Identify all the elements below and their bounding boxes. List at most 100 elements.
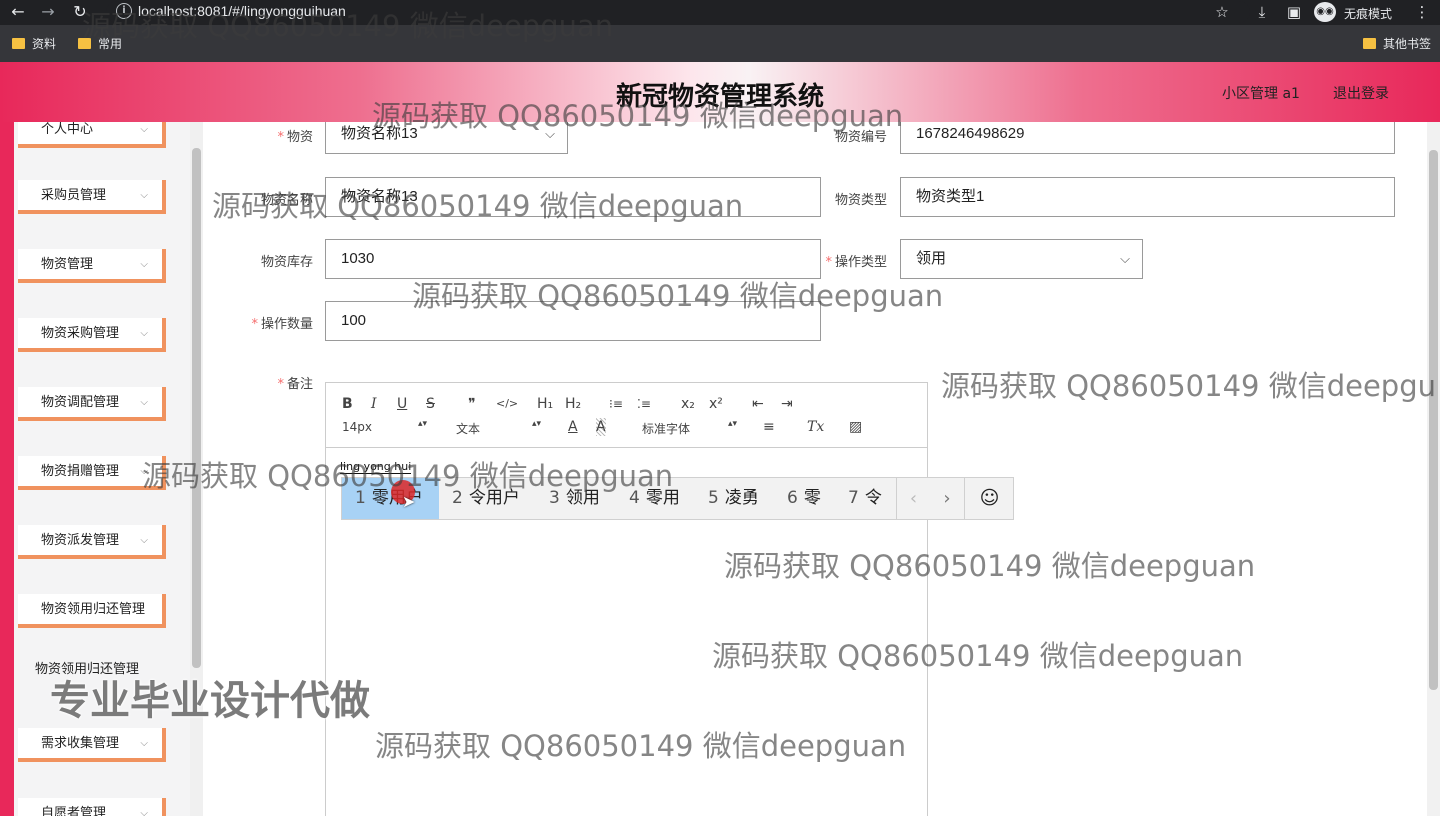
- wuzikucun-field[interactable]: 1030: [325, 239, 821, 279]
- chevron-down-icon: ⌵: [140, 397, 148, 408]
- reload-icon[interactable]: ↻: [70, 2, 90, 22]
- bookmark-folder[interactable]: 常用: [78, 36, 122, 52]
- text-type-select[interactable]: 文本 ▴▾: [456, 420, 542, 437]
- sidebar-item-supplies[interactable]: 物资管理 ⌵: [18, 249, 166, 283]
- main-scrollbar[interactable]: [1427, 122, 1440, 816]
- ime-candidate[interactable]: 3 领用: [549, 478, 600, 519]
- sidebar-scrollbar-thumb[interactable]: [192, 148, 201, 668]
- ime-candidate[interactable]: 6零: [787, 478, 821, 519]
- highlight-icon[interactable]: A: [596, 418, 606, 436]
- font-size-select[interactable]: 14px ▴▾: [342, 419, 428, 435]
- download-icon[interactable]: ⤓: [1252, 3, 1272, 21]
- folder-icon: [78, 38, 91, 49]
- sidebar-scrollbar[interactable]: [190, 122, 203, 816]
- chevron-down-icon: ⌵: [545, 126, 555, 141]
- caozuoshuliang-label: * 操作数量: [251, 317, 313, 332]
- back-icon[interactable]: ←: [8, 2, 28, 22]
- bookmark-folder[interactable]: 资料: [12, 36, 56, 52]
- ime-candidate[interactable]: 2 令用户: [452, 478, 520, 519]
- wuzimingcheng-field[interactable]: 物资名称13: [325, 177, 821, 217]
- chevron-down-icon: ⌵: [140, 466, 148, 477]
- caozuoleixing-select[interactable]: 领用 ⌵: [900, 239, 1143, 279]
- main-scrollbar-thumb[interactable]: [1429, 150, 1438, 690]
- emoji-icon[interactable]: ☺: [964, 478, 1014, 519]
- other-bookmarks[interactable]: 其他书签: [1363, 36, 1431, 52]
- wuzikucun-label: 物资库存: [260, 255, 313, 270]
- bold-icon[interactable]: B: [342, 395, 353, 413]
- underline-icon[interactable]: U: [397, 395, 407, 413]
- ime-candidate[interactable]: 1零用户: [342, 478, 439, 519]
- chevron-down-icon: ⌵: [140, 738, 148, 749]
- logout-link[interactable]: 退出登录: [1333, 83, 1389, 103]
- sidebar-item-distribution[interactable]: 物资派发管理 ⌵: [18, 525, 166, 559]
- h2-icon[interactable]: H₂: [565, 395, 581, 413]
- indent-icon[interactable]: ⇥: [781, 395, 793, 413]
- h1-icon[interactable]: H₁: [537, 395, 553, 413]
- app-header: 新冠物资管理系统 小区管理 a1 退出登录: [0, 62, 1440, 122]
- incognito-label: 无痕模式: [1344, 7, 1393, 21]
- url-text[interactable]: localhost:8081/#/lingyongguihuan: [138, 3, 346, 19]
- mouse-cursor-icon: ➤: [402, 492, 416, 511]
- sidebar-item-personal-center[interactable]: 个人中心 ⌵: [18, 122, 166, 148]
- ime-prev-icon[interactable]: ‹: [896, 478, 930, 519]
- incognito-icon[interactable]: ◉◉: [1314, 2, 1336, 22]
- strike-icon[interactable]: S: [426, 395, 435, 413]
- chevron-down-icon: ⌵: [140, 259, 148, 270]
- sidepanel-icon[interactable]: ▣: [1284, 3, 1304, 21]
- chevron-down-icon: ⌵: [140, 808, 148, 816]
- sidebar-item-donation[interactable]: 物资捐赠管理 ⌵: [18, 456, 166, 490]
- sidebar-item-purchase[interactable]: 物资采购管理 ⌵: [18, 318, 166, 352]
- wuzibianhao-field[interactable]: 1678246498629: [900, 122, 1395, 154]
- browser-menu-icon[interactable]: ⋮: [1412, 3, 1432, 21]
- ime-next-icon[interactable]: ›: [930, 478, 964, 519]
- wuzimingcheng-label: 物资名称: [260, 193, 313, 208]
- code-icon[interactable]: </>: [496, 395, 518, 413]
- image-icon[interactable]: ▨: [849, 418, 862, 436]
- wuzi-label: * 物资: [277, 130, 313, 145]
- ime-candidate[interactable]: 5 凌勇: [708, 478, 759, 519]
- sidebar-accent-strip: [0, 122, 14, 816]
- sidebar-item-borrow-return[interactable]: 物资领用归还管理: [18, 594, 166, 628]
- beizhu-label: * 备注: [277, 377, 313, 392]
- caozuoleixing-label: * 操作类型: [825, 255, 887, 270]
- folder-icon: [12, 38, 25, 49]
- bullet-list-icon[interactable]: ⁚≡: [637, 395, 651, 413]
- sidebar-item-buyer[interactable]: 采购员管理 ⌵: [18, 180, 166, 214]
- subscript-icon[interactable]: x₂: [681, 395, 695, 413]
- sidebar-item-volunteer[interactable]: 自愿者管理 ⌵: [18, 798, 166, 816]
- forward-icon[interactable]: →: [38, 2, 58, 22]
- ime-composition-text: ling yong hui: [340, 460, 412, 474]
- ime-candidate-bar: 1零用户 2令用户 3领用 4零用 5凌勇 6零 7令 ‹ › ☺: [341, 477, 1014, 520]
- ime-candidate[interactable]: 7令: [848, 478, 882, 519]
- ordered-list-icon[interactable]: ⁝≡: [609, 395, 623, 413]
- chevron-down-icon: ⌵: [1120, 251, 1130, 266]
- sidebar-item-demand[interactable]: 需求收集管理 ⌵: [18, 728, 166, 762]
- chevron-down-icon: ⌵: [140, 124, 148, 135]
- outdent-icon[interactable]: ⇤: [752, 395, 764, 413]
- font-color-icon[interactable]: A: [568, 418, 578, 436]
- star-icon[interactable]: ☆: [1212, 3, 1232, 21]
- ime-candidate[interactable]: 4 零用: [629, 478, 680, 519]
- quote-icon[interactable]: ❞: [468, 395, 476, 413]
- font-family-select[interactable]: 标准字体 ▴▾: [642, 420, 738, 437]
- select-arrows-icon: ▴▾: [532, 419, 542, 429]
- rich-text-editor[interactable]: B I U S ❞ </> H₁ H₂ ⁝≡ ⁚≡ x₂ x² ⇤ ⇥ 14px…: [325, 382, 928, 816]
- wuzileixing-field[interactable]: 物资类型1: [900, 177, 1395, 217]
- italic-icon[interactable]: I: [371, 395, 377, 413]
- caozuoshuliang-field[interactable]: 100: [325, 301, 821, 341]
- sidebar-submenu-borrow-return[interactable]: 物资领用归还管理: [18, 660, 166, 680]
- chevron-down-icon: ⌵: [140, 535, 148, 546]
- clear-format-icon[interactable]: Tx: [807, 418, 824, 436]
- sidebar-item-allocation[interactable]: 物资调配管理 ⌵: [18, 387, 166, 421]
- user-info: 小区管理 a1: [1222, 86, 1300, 102]
- sidebar: 个人中心 ⌵ 采购员管理 ⌵ 物资管理 ⌵ 物资采购管理 ⌵ 物资调配管理 ⌵ 物资捐赠管…: [0, 122, 190, 816]
- superscript-icon[interactable]: x²: [709, 395, 723, 413]
- align-icon[interactable]: ≡: [763, 418, 775, 436]
- chevron-down-icon: ⌵: [140, 328, 148, 339]
- browser-toolbar: ← → ↻ i localhost:8081/#/lingyongguihuan…: [0, 0, 1440, 25]
- info-icon[interactable]: i: [116, 3, 132, 19]
- editor-toolbar: B I U S ❞ </> H₁ H₂ ⁝≡ ⁚≡ x₂ x² ⇤ ⇥ 14px…: [326, 383, 927, 448]
- select-arrows-icon: ▴▾: [418, 419, 428, 429]
- main-content: * 物资 物资名称13 ⌵ 物资编号 1678246498629 物资名称 物资名称…: [203, 122, 1427, 816]
- wuzi-select[interactable]: 物资名称13 ⌵: [325, 122, 568, 154]
